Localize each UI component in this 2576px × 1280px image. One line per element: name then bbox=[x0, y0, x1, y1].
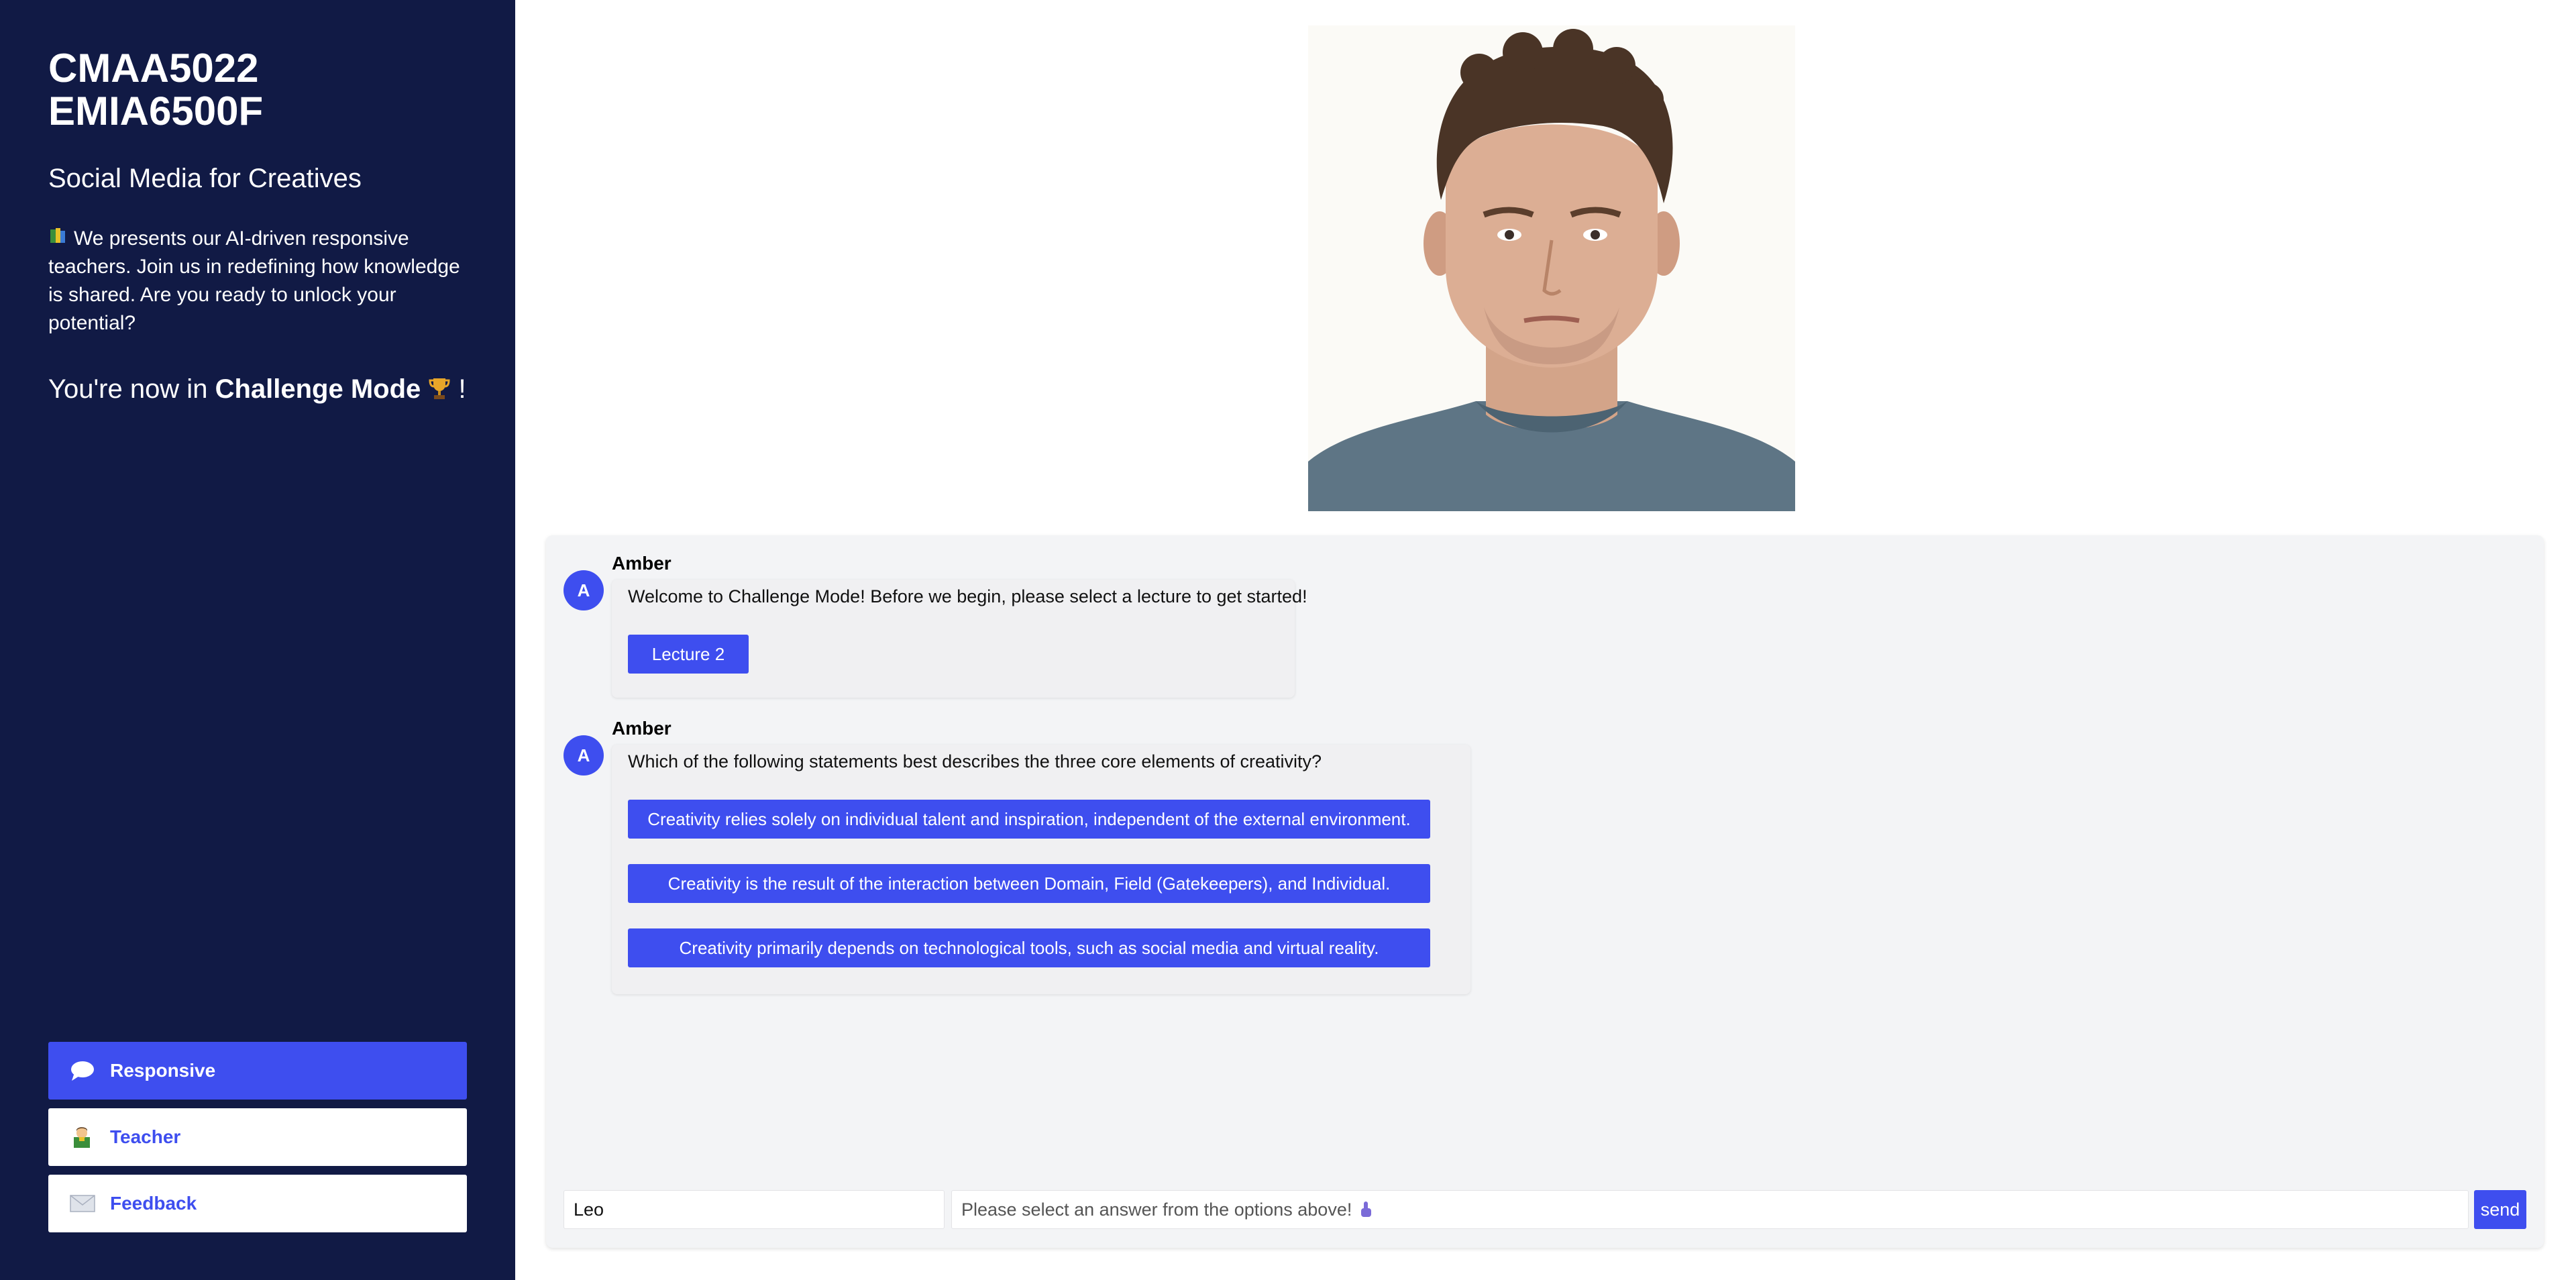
message-bubble: Welcome to Challenge Mode! Before we beg… bbox=[612, 580, 1307, 698]
mode-nav: Responsive Teacher Feedback bbox=[48, 1042, 467, 1241]
intro-text: We presents our AI-driven responsive tea… bbox=[48, 227, 460, 334]
books-icon bbox=[48, 225, 67, 253]
message-text: Welcome to Challenge Mode! Before we beg… bbox=[628, 586, 1307, 606]
message-text: Which of the following statements best d… bbox=[628, 751, 1322, 771]
lecture-option-button[interactable]: Lecture 2 bbox=[628, 635, 749, 674]
mode-prefix: You're now in bbox=[48, 374, 215, 404]
message-input-placeholder: Please select an answer from the options… bbox=[961, 1199, 1352, 1220]
trophy-icon bbox=[428, 374, 458, 404]
teacher-avatar-photo bbox=[1308, 25, 1795, 511]
sender-name: Amber bbox=[612, 553, 672, 574]
message-bubble: Which of the following statements best d… bbox=[612, 745, 1470, 994]
course-title: Social Media for Creatives bbox=[48, 164, 362, 193]
name-field-value: Leo bbox=[574, 1199, 604, 1220]
teacher-icon bbox=[70, 1125, 99, 1149]
course-code: CMAA5022 EMIA6500F bbox=[48, 47, 263, 133]
nav-responsive-button[interactable]: Responsive bbox=[48, 1042, 467, 1100]
name-field[interactable]: Leo bbox=[564, 1190, 945, 1229]
send-button[interactable]: send bbox=[2474, 1190, 2526, 1229]
intro-paragraph: We presents our AI-driven responsive tea… bbox=[48, 225, 464, 337]
sender-name: Amber bbox=[612, 718, 672, 739]
sidebar: CMAA5022 EMIA6500F Social Media for Crea… bbox=[0, 0, 515, 1280]
envelope-icon bbox=[70, 1194, 99, 1213]
course-code-line-2: EMIA6500F bbox=[48, 89, 264, 134]
pointing-up-icon bbox=[1358, 1200, 1373, 1219]
nav-responsive-label: Responsive bbox=[110, 1060, 216, 1081]
answer-option-button[interactable]: Creativity primarily depends on technolo… bbox=[628, 928, 1430, 967]
mode-suffix: ! bbox=[458, 374, 466, 404]
nav-teacher-label: Teacher bbox=[110, 1126, 181, 1147]
nav-feedback-button[interactable]: Feedback bbox=[48, 1175, 467, 1232]
sender-avatar: A bbox=[564, 735, 604, 776]
speech-bubble-icon bbox=[70, 1060, 99, 1081]
answer-option-button[interactable]: Creativity is the result of the interact… bbox=[628, 864, 1430, 903]
sender-avatar: A bbox=[564, 570, 604, 610]
chat-panel: A Amber Welcome to Challenge Mode! Befor… bbox=[546, 535, 2544, 1248]
mode-name: Challenge Mode bbox=[215, 374, 421, 404]
nav-feedback-label: Feedback bbox=[110, 1193, 197, 1214]
mode-indicator: You're now in Challenge Mode ! bbox=[48, 370, 466, 408]
answer-option-button[interactable]: Creativity relies solely on individual t… bbox=[628, 800, 1430, 839]
course-code-line-1: CMAA5022 bbox=[48, 46, 259, 91]
nav-teacher-button[interactable]: Teacher bbox=[48, 1108, 467, 1166]
message-input[interactable]: Please select an answer from the options… bbox=[951, 1190, 2469, 1229]
